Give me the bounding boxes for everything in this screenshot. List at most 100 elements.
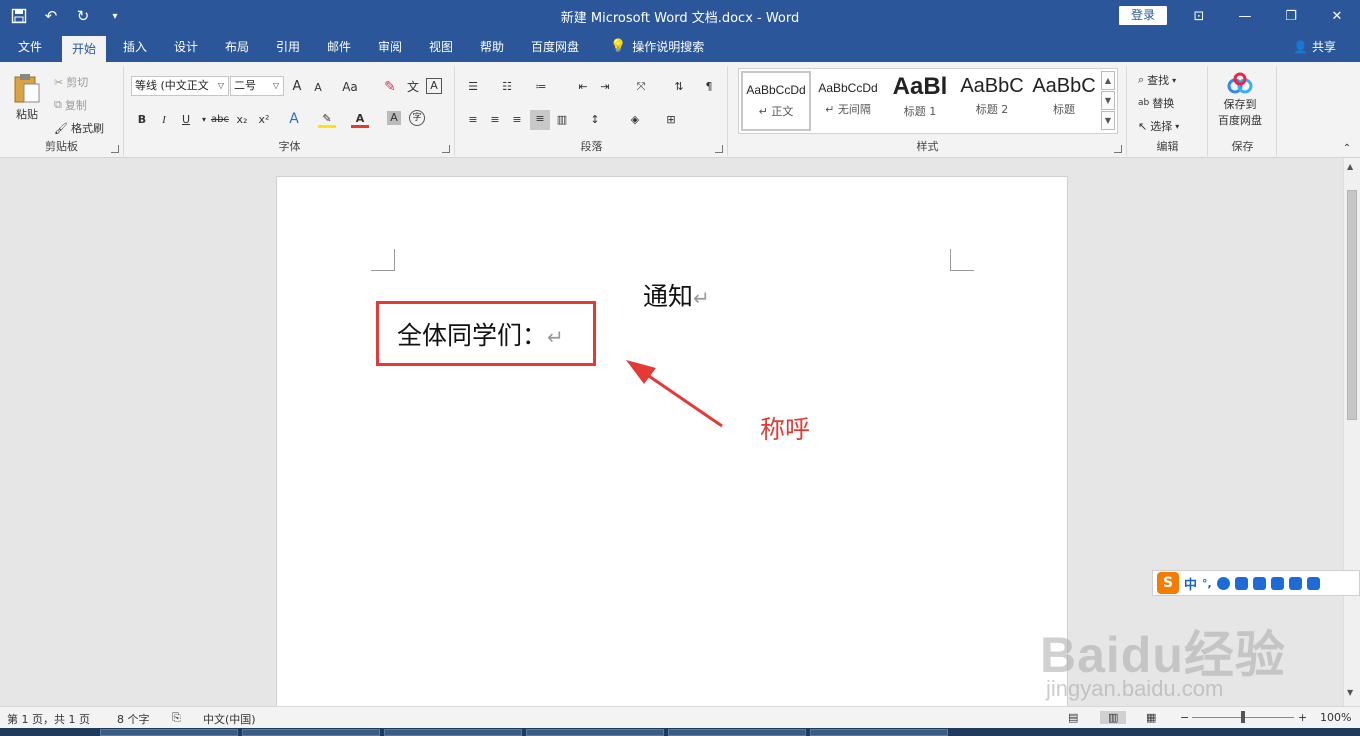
- text-effects-icon[interactable]: A: [285, 110, 303, 128]
- print-layout-icon[interactable]: ▥: [1100, 711, 1127, 724]
- minimize-icon[interactable]: —: [1222, 0, 1268, 32]
- tab-home[interactable]: 开始: [62, 36, 107, 62]
- close-icon[interactable]: ✕: [1314, 0, 1360, 32]
- collapse-ribbon-icon[interactable]: ⌃: [1338, 140, 1356, 158]
- italic-button[interactable]: I: [155, 111, 173, 129]
- skin-icon[interactable]: [1288, 576, 1302, 590]
- align-right-icon[interactable]: ≡: [508, 111, 526, 129]
- page-count[interactable]: 第 1 页，共 1 页: [7, 711, 90, 727]
- character-shading-icon[interactable]: A: [387, 111, 401, 125]
- style-no-spacing[interactable]: AaBbCcDd ↵ 无间隔: [813, 71, 883, 131]
- ribbon-display-icon[interactable]: ⊡: [1176, 0, 1222, 32]
- tab-insert[interactable]: 插入: [113, 32, 157, 62]
- style-title[interactable]: AaBbC 标题: [1029, 71, 1099, 131]
- taskbar-item[interactable]: [242, 729, 380, 736]
- tab-review[interactable]: 审阅: [368, 32, 412, 62]
- font-name-combo[interactable]: 等线 (中文正文 ▽: [131, 76, 229, 96]
- character-border-icon[interactable]: A: [426, 78, 442, 94]
- tab-layout[interactable]: 布局: [215, 32, 259, 62]
- ime-mode[interactable]: 中: [1184, 574, 1197, 593]
- document-page[interactable]: 通知↵ 全体同学们：↵: [276, 176, 1068, 716]
- shrink-font-button[interactable]: A: [309, 79, 327, 97]
- sort-icon[interactable]: ⇅: [670, 78, 688, 96]
- style-heading-2[interactable]: AaBbC 标题 2: [957, 71, 1027, 131]
- style-normal[interactable]: AaBbCcDd ↵ 正文: [741, 71, 811, 131]
- zoom-out-icon[interactable]: −: [1180, 711, 1189, 724]
- font-launcher-icon[interactable]: [442, 145, 450, 153]
- gallery-down-icon[interactable]: ▼: [1101, 91, 1115, 110]
- login-button[interactable]: 登录: [1119, 6, 1167, 25]
- select-button[interactable]: ↖ 选择 ▾: [1138, 118, 1179, 134]
- zoom-level[interactable]: 100%: [1320, 711, 1351, 724]
- format-painter-button[interactable]: 🖌 格式刷: [54, 120, 104, 136]
- greeting-line[interactable]: 全体同学们：↵: [397, 316, 564, 352]
- show-marks-icon[interactable]: ¶: [700, 78, 718, 96]
- decrease-indent-icon[interactable]: ⇤: [574, 78, 592, 96]
- styles-launcher-icon[interactable]: [1114, 145, 1122, 153]
- gallery-more-icon[interactable]: ▼: [1101, 111, 1115, 130]
- read-mode-icon[interactable]: ▤: [1068, 711, 1078, 724]
- microphone-icon[interactable]: [1234, 576, 1248, 590]
- change-case-button[interactable]: Aa: [337, 78, 363, 96]
- tell-me-search[interactable]: 💡 操作说明搜索: [600, 32, 714, 62]
- line-spacing-icon[interactable]: ↕: [586, 111, 604, 129]
- scroll-up-icon[interactable]: ▲: [1347, 162, 1353, 171]
- web-layout-icon[interactable]: ▦: [1146, 711, 1156, 724]
- tab-design[interactable]: 设计: [164, 32, 208, 62]
- align-left-icon[interactable]: ≡: [464, 111, 482, 129]
- justify-icon[interactable]: ≡: [530, 110, 550, 130]
- document-title-line[interactable]: 通知↵: [643, 277, 710, 313]
- zoom-slider-thumb[interactable]: [1241, 711, 1245, 723]
- borders-icon[interactable]: ⊞: [662, 111, 680, 129]
- tab-help[interactable]: 帮助: [470, 32, 514, 62]
- bullets-icon[interactable]: ☰: [464, 78, 482, 96]
- clear-formatting-icon[interactable]: ✎: [381, 78, 399, 96]
- emoji-icon[interactable]: [1216, 576, 1230, 590]
- tab-baidu-netdisk[interactable]: 百度网盘: [521, 32, 589, 62]
- scroll-down-icon[interactable]: ▼: [1347, 688, 1353, 697]
- zoom-in-icon[interactable]: +: [1298, 711, 1307, 724]
- share-button[interactable]: 👤 共享: [1293, 32, 1336, 62]
- copy-button[interactable]: ⧉ 复制: [54, 97, 87, 113]
- increase-indent-icon[interactable]: ⇥: [596, 78, 614, 96]
- align-center-icon[interactable]: ≡: [486, 111, 504, 129]
- subscript-button[interactable]: x₂: [233, 111, 251, 129]
- sogou-logo-icon[interactable]: S: [1157, 572, 1179, 594]
- style-heading-1[interactable]: AaBl 标题 1: [885, 71, 955, 131]
- highlight-icon[interactable]: ✎: [318, 110, 336, 128]
- find-button[interactable]: ⌕ 查找 ▾: [1138, 72, 1176, 88]
- taskbar-item[interactable]: [668, 729, 806, 736]
- distributed-icon[interactable]: ▥: [553, 111, 571, 129]
- scroll-thumb[interactable]: [1347, 190, 1357, 420]
- vertical-scrollbar[interactable]: ▲ ▼: [1343, 158, 1360, 706]
- paste-button[interactable]: 粘贴: [12, 72, 42, 122]
- more-grid-icon[interactable]: [1306, 576, 1320, 590]
- taskbar-item[interactable]: [100, 729, 238, 736]
- font-color-icon[interactable]: A: [351, 110, 369, 128]
- replace-button[interactable]: ab 替换: [1138, 95, 1174, 111]
- numbering-icon[interactable]: ☷: [498, 78, 516, 96]
- cut-button[interactable]: ✂ 剪切: [54, 74, 88, 90]
- taskbar-item[interactable]: [384, 729, 522, 736]
- clipboard-launcher-icon[interactable]: [111, 145, 119, 153]
- pinyin-guide-icon[interactable]: 文: [404, 78, 422, 96]
- underline-button[interactable]: U: [177, 111, 195, 129]
- restore-icon[interactable]: ❐: [1268, 0, 1314, 32]
- ime-punctuation[interactable]: °,: [1202, 577, 1212, 590]
- tab-mailings[interactable]: 邮件: [317, 32, 361, 62]
- save-to-baidu-button[interactable]: 保存到 百度网盘: [1218, 72, 1262, 128]
- strikethrough-button[interactable]: abc: [209, 111, 231, 129]
- multilevel-list-icon[interactable]: ≔: [532, 78, 550, 96]
- grow-font-button[interactable]: A: [288, 78, 306, 96]
- taskbar-item[interactable]: [526, 729, 664, 736]
- keyboard-icon[interactable]: [1252, 576, 1266, 590]
- gallery-up-icon[interactable]: ▲: [1101, 71, 1115, 90]
- tab-view[interactable]: 视图: [419, 32, 463, 62]
- shading-icon[interactable]: ◈: [626, 111, 644, 129]
- proofing-icon[interactable]: ⎘: [172, 711, 181, 725]
- chinese-layout-icon[interactable]: ⤧: [632, 78, 650, 96]
- font-size-combo[interactable]: 二号 ▽: [230, 76, 284, 96]
- toolbox-icon[interactable]: [1270, 576, 1284, 590]
- word-count[interactable]: 8 个字: [117, 711, 150, 727]
- enclose-character-icon[interactable]: 字: [409, 110, 425, 126]
